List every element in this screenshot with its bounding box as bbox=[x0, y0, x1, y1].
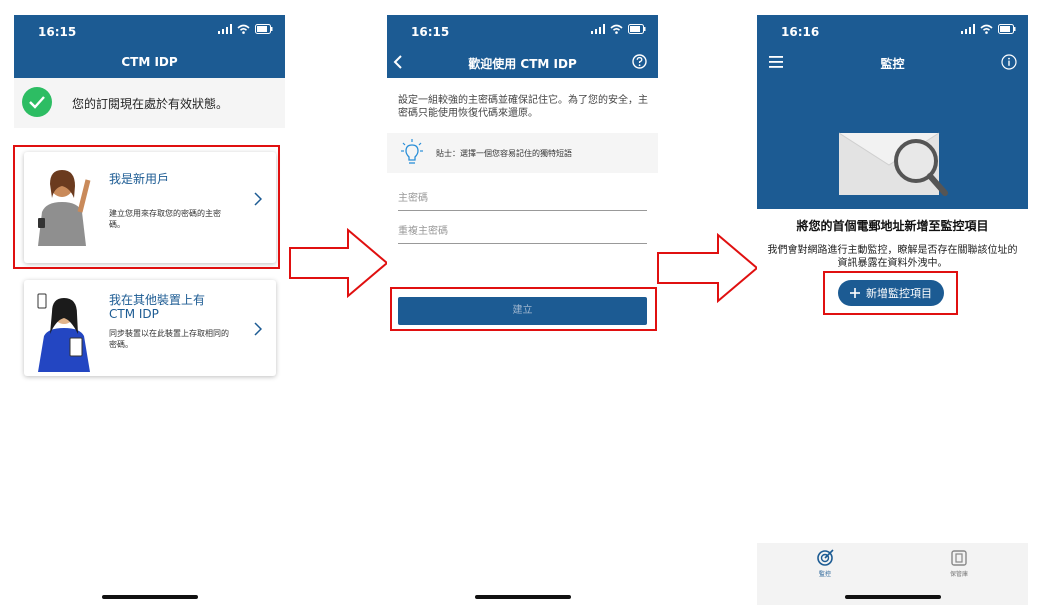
battery-icon bbox=[255, 24, 273, 34]
monitor-tab-icon bbox=[817, 549, 834, 566]
nav-title: 監控 bbox=[880, 57, 905, 71]
existing-device-title-line1: 我在其他裝置上有 bbox=[109, 293, 206, 307]
vault-tab-icon bbox=[951, 550, 967, 566]
signal-icon bbox=[961, 24, 975, 34]
status-time: 16:15 bbox=[38, 25, 77, 39]
nav-bar: 監控 bbox=[757, 46, 1028, 78]
status-time: 16:15 bbox=[411, 25, 450, 39]
nav-title: CTM IDP bbox=[121, 55, 178, 69]
status-bar: 16:16 bbox=[757, 15, 1028, 46]
tab-monitor[interactable]: 監控 bbox=[795, 549, 855, 578]
nav-title: 歡迎使用 CTM IDP bbox=[468, 57, 577, 71]
status-bar: 16:15 bbox=[387, 15, 658, 46]
phone-user-illustration bbox=[37, 293, 90, 372]
subscription-banner: 您的訂閱現在處於有效狀態。 bbox=[14, 78, 285, 128]
tab-vault[interactable]: 保管庫 bbox=[929, 549, 989, 578]
highlight-box-create bbox=[390, 287, 657, 331]
flow-arrow bbox=[657, 233, 759, 303]
phone-screen-subscription: 16:15 CTM IDP 您的訂閱現在處於有效狀態。 我是新用戶 建立您用來存… bbox=[14, 15, 285, 605]
wifi-icon bbox=[980, 24, 993, 34]
existing-device-title-line2: CTM IDP bbox=[109, 307, 159, 321]
wifi-icon bbox=[237, 24, 250, 34]
flow-arrow bbox=[289, 228, 389, 298]
tab-vault-label: 保管庫 bbox=[949, 571, 968, 578]
signal-icon bbox=[218, 24, 232, 34]
home-indicator bbox=[101, 595, 198, 599]
subscription-status-text: 您的訂閱現在處於有效狀態。 bbox=[72, 97, 229, 111]
chevron-right-icon bbox=[254, 322, 262, 336]
help-icon[interactable] bbox=[632, 54, 647, 69]
existing-device-description: 同步裝置以在此裝置上存取相同的密碼。 bbox=[109, 329, 229, 349]
battery-icon bbox=[998, 24, 1016, 34]
intro-text: 設定一組較強的主密碼並確保記住它。為了您的安全，主密碼只能使用恢復代碼來還原。 bbox=[398, 95, 648, 119]
nav-bar: 歡迎使用 CTM IDP bbox=[387, 46, 658, 78]
tip-text: 貼士：選擇一個您容易記住的獨特短語 bbox=[436, 149, 572, 158]
monitor-heading: 將您的首個電郵地址新增至監控項目 bbox=[796, 219, 989, 233]
highlight-box-new-user bbox=[13, 145, 280, 269]
repeat-master-password-field[interactable]: 重複主密碼 bbox=[398, 222, 647, 244]
lightbulb-icon bbox=[401, 139, 423, 164]
nav-bar: CTM IDP bbox=[14, 46, 285, 78]
home-indicator bbox=[844, 595, 941, 599]
battery-icon bbox=[628, 24, 646, 34]
envelope-search-icon bbox=[839, 132, 948, 196]
info-icon[interactable] bbox=[1001, 54, 1017, 70]
hero-banner bbox=[757, 78, 1028, 209]
existing-device-option[interactable]: 我在其他裝置上有 CTM IDP 同步裝置以在此裝置上存取相同的密碼。 bbox=[24, 280, 276, 376]
home-indicator bbox=[474, 595, 571, 599]
signal-icon bbox=[591, 24, 605, 34]
master-password-field[interactable]: 主密碼 bbox=[398, 189, 647, 211]
monitor-description: 我們會對網路進行主動監控，瞭解是否存在關聯該位址的資訊暴露在資料外洩中。 bbox=[767, 245, 1018, 269]
check-icon bbox=[22, 87, 52, 117]
wifi-icon bbox=[610, 24, 623, 34]
tab-monitor-label: 監控 bbox=[818, 571, 831, 578]
status-bar: 16:15 bbox=[14, 15, 285, 46]
highlight-box-add-monitor bbox=[823, 271, 958, 315]
tip-box: 貼士：選擇一個您容易記住的獨特短語 bbox=[387, 133, 658, 173]
status-time: 16:16 bbox=[781, 25, 820, 39]
